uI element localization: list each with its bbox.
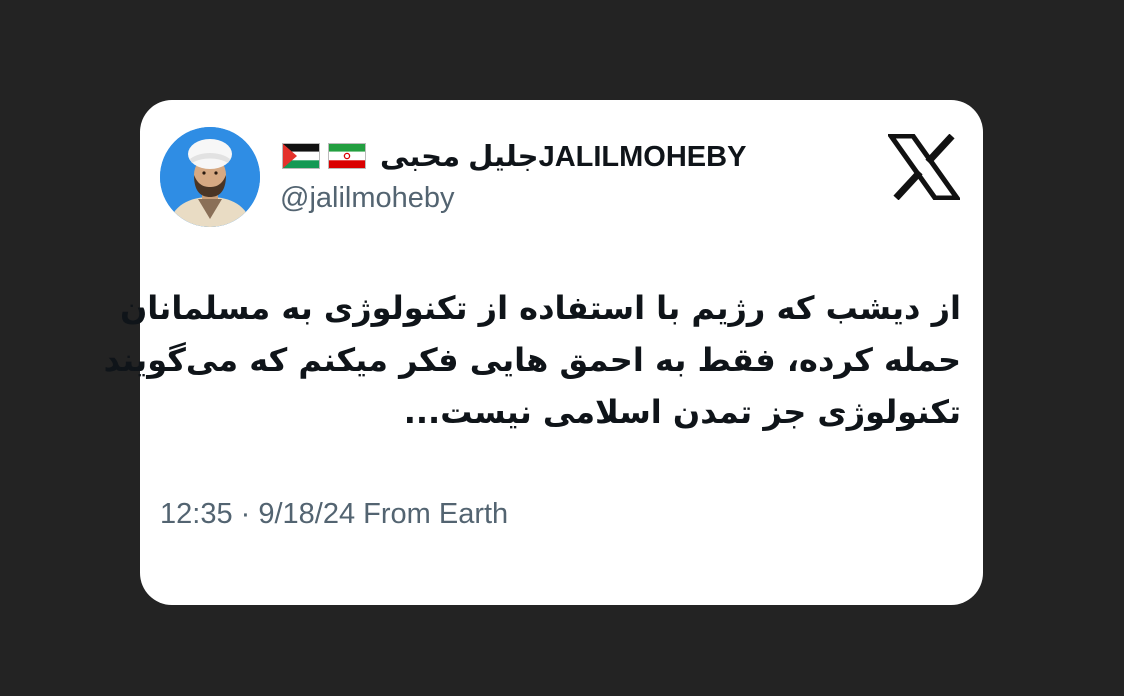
- tweet-card: جلیل محبیJALILMOHEBY @jalilmoheby از دیش…: [103, 100, 983, 605]
- tweet-text: از دیشب که رژیم با استفاده از تکنولوژی ب…: [103, 282, 961, 438]
- tweet-text-line: حمله کرده، فقط به احمق هایی فکر میکنم که…: [103, 341, 961, 379]
- x-logo-icon[interactable]: [886, 133, 962, 201]
- palestine-flag-icon: [282, 143, 320, 169]
- tweet-text-line: تکنولوژی جز تمدن اسلامی نیست...: [403, 393, 961, 431]
- tweet-timestamp: 12:35 · 9/18/24 From Earth: [160, 498, 509, 530]
- iran-flag-icon: [328, 143, 366, 169]
- author-display-name[interactable]: جلیل محبیJALILMOHEBY: [380, 139, 746, 174]
- avatar[interactable]: [160, 127, 260, 227]
- author-name-row: جلیل محبیJALILMOHEBY: [282, 138, 746, 174]
- author-handle[interactable]: @jalilmoheby: [280, 182, 455, 215]
- tweet-text-line: از دیشب که رژیم با استفاده از تکنولوژی ب…: [119, 289, 961, 327]
